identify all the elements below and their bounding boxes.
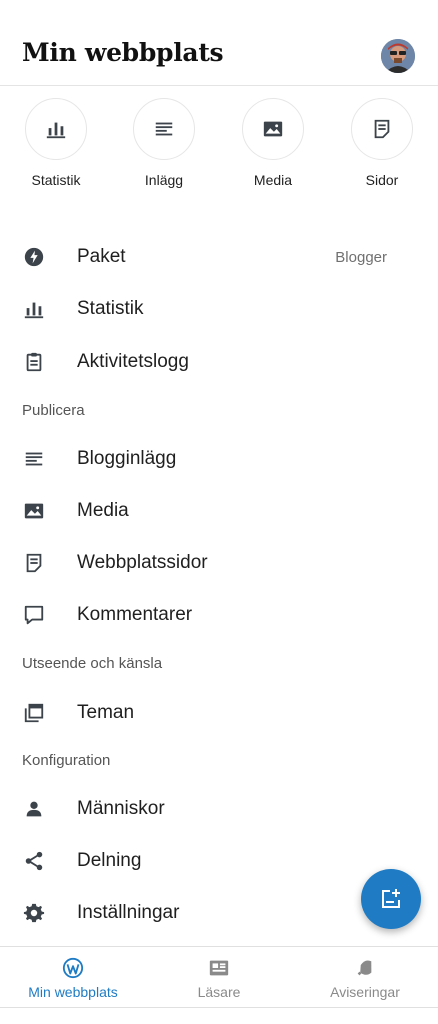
quick-action-label: Statistik <box>31 172 81 188</box>
media-icon <box>263 121 283 137</box>
menu-item-label: Media <box>77 500 129 521</box>
menu-item-label: Delning <box>77 850 142 871</box>
posts-icon <box>155 122 173 136</box>
menu-item-manniskor[interactable]: Människor <box>0 783 438 835</box>
add-post-icon <box>382 889 400 908</box>
comment-icon <box>22 603 46 627</box>
tab-label: Min webbplats <box>28 984 118 1000</box>
menu-item-teman[interactable]: Teman <box>0 687 438 739</box>
menu-item-label: Blogginlägg <box>77 448 177 469</box>
menu-item-blogginlagg[interactable]: Blogginlägg <box>0 433 438 485</box>
tab-label: Läsare <box>197 984 241 1000</box>
menu-item-label: Inställningar <box>77 902 180 923</box>
pages-icon <box>374 119 390 139</box>
bottom-navigation: Min webbplats Läsare Aviseringar <box>0 946 438 1008</box>
wordpress-icon <box>0 957 146 979</box>
menu-item-label: Statistik <box>77 298 144 319</box>
quick-action-statistik[interactable]: Statistik <box>12 98 100 188</box>
share-icon <box>22 849 46 873</box>
stats-icon <box>22 297 46 321</box>
person-icon <box>22 797 46 821</box>
plan-badge: Blogger <box>335 248 387 266</box>
menu-item-label: Paket <box>77 246 126 267</box>
menu-item-media[interactable]: Media <box>0 485 438 537</box>
quick-action-circle[interactable] <box>133 98 195 160</box>
tab-min-webbplats[interactable]: Min webbplats <box>0 947 146 1009</box>
menu-item-label: Aktivitetslogg <box>77 351 189 372</box>
menu-item-label: Människor <box>77 798 165 819</box>
stats-icon <box>46 122 66 139</box>
menu-item-statistik[interactable]: Statistik <box>0 283 438 335</box>
pages-icon <box>22 551 46 575</box>
section-header-konfiguration: Konfiguration <box>22 752 111 769</box>
avatar[interactable] <box>381 39 415 73</box>
quick-action-label: Inlägg <box>144 172 184 188</box>
posts-icon <box>22 447 46 471</box>
app-header: Min webbplats <box>0 0 438 86</box>
gear-icon <box>22 901 46 925</box>
themes-icon <box>22 701 46 725</box>
clipboard-icon <box>22 350 46 374</box>
menu-item-label: Webbplatssidor <box>77 552 208 573</box>
quick-action-sidor[interactable]: Sidor <box>338 98 426 188</box>
plan-icon <box>22 245 46 269</box>
menu-item-paket[interactable]: Paket Blogger <box>0 231 438 283</box>
quick-action-media[interactable]: Media <box>229 98 317 188</box>
reader-icon <box>146 957 292 979</box>
media-icon <box>22 499 46 523</box>
quick-action-circle[interactable] <box>351 98 413 160</box>
menu-item-label: Kommentarer <box>77 604 193 625</box>
tab-aviseringar[interactable]: Aviseringar <box>292 947 438 1009</box>
quick-action-circle[interactable] <box>242 98 304 160</box>
tab-label: Aviseringar <box>330 984 400 1000</box>
menu-item-kommentarer[interactable]: Kommentarer <box>0 589 438 641</box>
quick-action-inlagg[interactable]: Inlägg <box>120 98 208 188</box>
section-header-publicera: Publicera <box>22 402 85 419</box>
tab-lasare[interactable]: Läsare <box>146 947 292 1009</box>
menu-item-webbplatssidor[interactable]: Webbplatssidor <box>0 537 438 589</box>
section-header-utseende: Utseende och känsla <box>22 655 163 672</box>
menu-item-aktivitetslogg[interactable]: Aktivitetslogg <box>0 336 438 388</box>
menu-item-label: Teman <box>77 702 135 723</box>
create-post-button[interactable] <box>361 869 421 929</box>
page-title: Min webbplats <box>22 38 224 67</box>
bell-icon <box>292 957 438 979</box>
quick-action-label: Media <box>253 172 293 188</box>
quick-action-label: Sidor <box>365 172 399 188</box>
quick-action-circle[interactable] <box>25 98 87 160</box>
